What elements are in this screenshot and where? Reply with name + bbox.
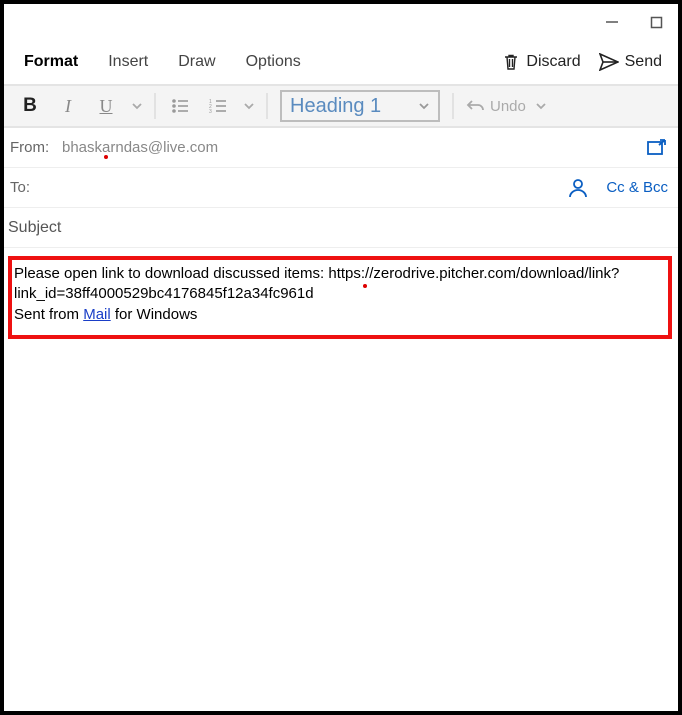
- undo-button[interactable]: [466, 90, 486, 122]
- undo-more-chevron-icon[interactable]: [530, 100, 552, 112]
- tab-insert[interactable]: Insert: [106, 47, 150, 77]
- undo-label: Undo: [490, 98, 526, 115]
- send-icon: [599, 53, 619, 71]
- svg-text:3: 3: [209, 109, 212, 114]
- discard-label: Discard: [526, 53, 580, 71]
- popout-icon[interactable]: [646, 138, 668, 158]
- toolbar-separator: [266, 93, 268, 119]
- toolbar-separator: [154, 93, 156, 119]
- send-label: Send: [625, 53, 662, 71]
- body-text: Please open link to download discussed i…: [14, 265, 361, 282]
- highlighted-content-box: Please open link to download discussed i…: [8, 256, 672, 339]
- list-more-chevron-icon[interactable]: [238, 100, 260, 112]
- spellcheck-marker-icon: [104, 155, 108, 159]
- person-icon[interactable]: [568, 178, 588, 198]
- italic-button[interactable]: I: [50, 90, 86, 122]
- chevron-down-icon: [418, 100, 430, 112]
- message-body[interactable]: Please open link to download discussed i…: [4, 248, 678, 339]
- heading-style-select[interactable]: Heading 1: [280, 90, 440, 122]
- sig-suffix: for Windows: [111, 306, 198, 323]
- toolbar-separator: [452, 93, 454, 119]
- subject-placeholder: Subject: [8, 219, 61, 237]
- tab-options[interactable]: Options: [244, 47, 303, 77]
- from-row: From: bhaskarndas@live.com: [4, 128, 678, 168]
- to-row: To: Cc & Bcc: [4, 168, 678, 208]
- sig-prefix: Sent from: [14, 306, 83, 323]
- heading-selected-label: Heading 1: [290, 95, 381, 118]
- trash-icon: [502, 53, 520, 71]
- font-more-chevron-icon[interactable]: [126, 100, 148, 112]
- ribbon-tabs: Format Insert Draw Options Discard Send: [4, 40, 678, 84]
- cc-bcc-link[interactable]: Cc & Bcc: [606, 179, 668, 196]
- from-email-text: bhaskarndas@live.com: [62, 139, 218, 156]
- send-button[interactable]: Send: [599, 53, 662, 71]
- bold-button[interactable]: B: [12, 90, 48, 122]
- body-text: //zerodrive.pitcher.com/download/link?: [365, 265, 619, 282]
- minimize-button[interactable]: [604, 14, 620, 30]
- numbered-list-button[interactable]: 1 2 3: [200, 90, 236, 122]
- body-line-1: Please open link to download discussed i…: [14, 264, 666, 284]
- bullet-list-button[interactable]: [162, 90, 198, 122]
- format-toolbar: B I U 1 2 3 Heading 1 Undo: [4, 84, 678, 128]
- to-label: To:: [8, 179, 62, 196]
- tab-format[interactable]: Format: [22, 47, 80, 77]
- spellcheck-marker-icon: :: [361, 264, 365, 284]
- mail-app-link[interactable]: Mail: [83, 306, 111, 323]
- window-titlebar: [4, 4, 678, 40]
- underline-button[interactable]: U: [88, 90, 124, 122]
- body-signature: Sent from Mail for Windows: [14, 305, 666, 325]
- subject-row[interactable]: Subject: [4, 208, 678, 248]
- maximize-button[interactable]: [648, 14, 664, 30]
- from-value[interactable]: bhaskarndas@live.com: [62, 139, 646, 156]
- tab-draw[interactable]: Draw: [176, 47, 217, 77]
- from-label: From:: [8, 139, 62, 156]
- body-line-2: link_id=38ff4000529bc4176845f12a34fc961d: [14, 284, 666, 304]
- discard-button[interactable]: Discard: [502, 53, 580, 71]
